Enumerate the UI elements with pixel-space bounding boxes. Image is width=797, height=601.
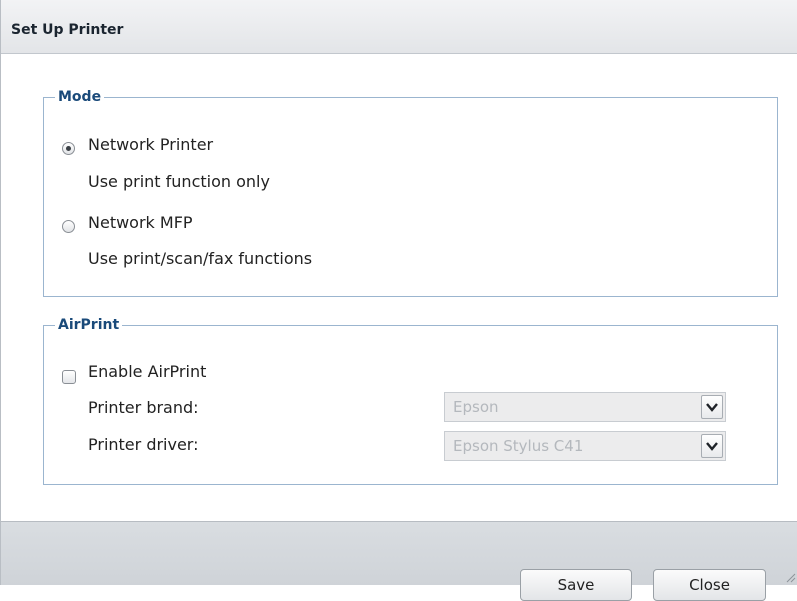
network-mfp-radio[interactable]	[62, 220, 75, 233]
network-printer-label[interactable]: Network Printer	[88, 135, 213, 155]
mode-fieldset: Mode Network Printer Use print function …	[43, 88, 778, 297]
network-printer-radio[interactable]	[62, 142, 75, 155]
enable-airprint-label[interactable]: Enable AirPrint	[88, 362, 206, 382]
dialog-titlebar[interactable]: Set Up Printer	[1, 0, 797, 54]
network-mfp-label[interactable]: Network MFP	[88, 213, 193, 233]
save-button[interactable]: Save	[520, 569, 632, 601]
printer-brand-value: Epson	[453, 398, 499, 416]
dialog-title: Set Up Printer	[11, 22, 124, 38]
chevron-down-icon[interactable]	[701, 434, 723, 458]
set-up-printer-dialog: Set Up Printer Mode Network Printer Use …	[0, 0, 797, 601]
mode-legend: Mode	[55, 88, 105, 106]
airprint-fieldset: AirPrint Enable AirPrint Printer brand: …	[43, 316, 778, 485]
resize-grip-icon[interactable]	[784, 571, 796, 583]
enable-airprint-checkbox[interactable]	[62, 370, 76, 384]
printer-driver-select[interactable]: Epson Stylus C41	[444, 431, 726, 461]
chevron-down-icon[interactable]	[701, 395, 723, 419]
network-mfp-description: Use print/scan/fax functions	[88, 249, 313, 268]
printer-driver-value: Epson Stylus C41	[453, 437, 584, 455]
printer-brand-label: Printer brand:	[88, 398, 199, 417]
network-printer-description: Use print function only	[88, 172, 270, 191]
airprint-legend: AirPrint	[55, 316, 123, 334]
close-button[interactable]: Close	[653, 569, 766, 601]
printer-driver-label: Printer driver:	[88, 435, 199, 454]
printer-brand-select[interactable]: Epson	[444, 392, 726, 422]
dialog-footer: Save Close	[1, 521, 797, 601]
